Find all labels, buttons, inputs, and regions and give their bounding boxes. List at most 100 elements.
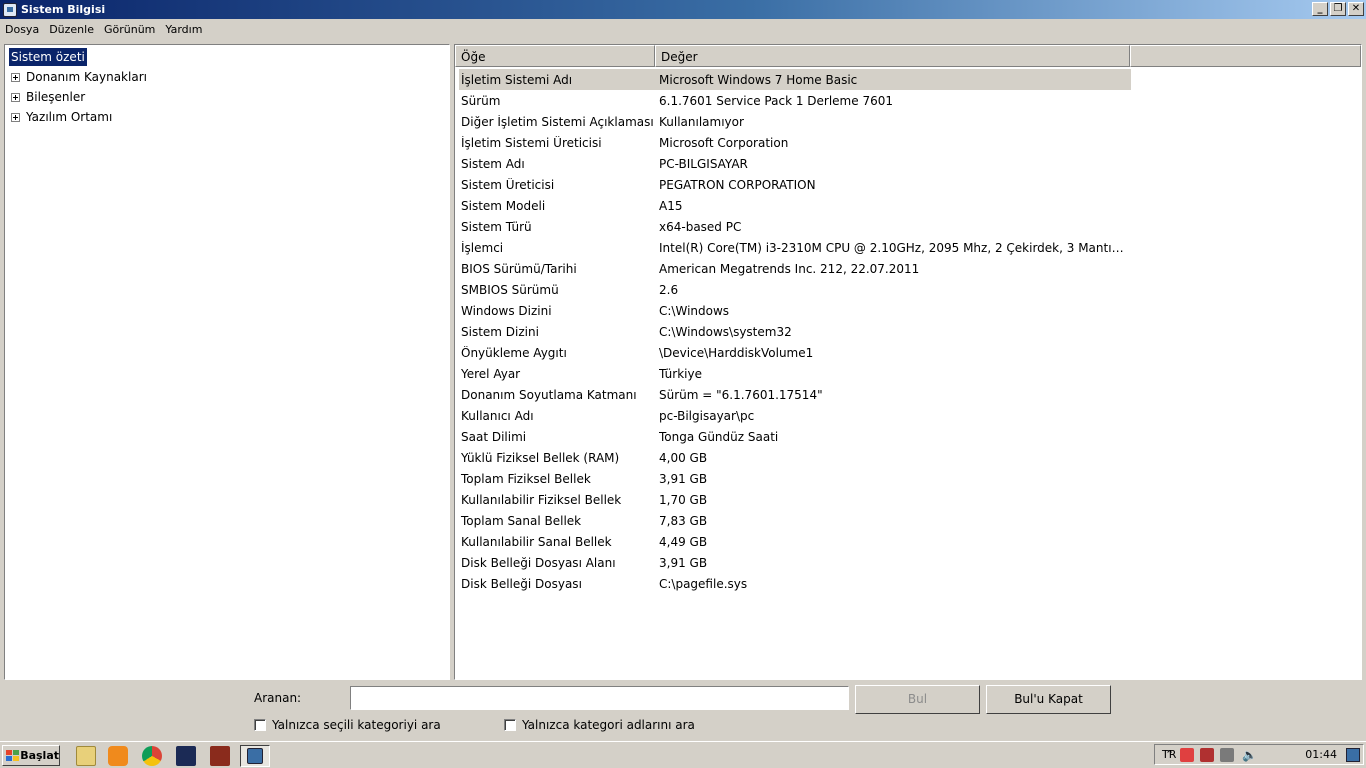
expand-icon[interactable] <box>11 72 20 82</box>
list-row[interactable]: Kullanılabilir Sanal Bellek 4,49 GB <box>459 531 1131 552</box>
checkbox-box[interactable] <box>504 719 516 731</box>
value-cell: 4,00 GB <box>659 450 708 465</box>
item-cell: Sürüm <box>461 93 501 108</box>
list-row[interactable]: İşletim Sistemi Üreticisi Microsoft Corpo… <box>459 132 1131 153</box>
item-cell: Önyükleme Aygıtı <box>461 345 567 360</box>
checkbox-label: Yalnızca seçili kategoriyi ara <box>272 718 441 732</box>
list-row[interactable]: BIOS Sürümü/Tarihi American Megatrends In… <box>459 258 1131 279</box>
tree-item-software-environment[interactable]: Yazılım Ortamı <box>11 108 112 126</box>
item-cell: Donanım Soyutlama Katmanı <box>461 387 637 402</box>
list-row[interactable]: Sistem Modeli A15 <box>459 195 1131 216</box>
value-cell: 1,70 GB <box>659 492 708 507</box>
item-cell: Disk Belleği Dosyası <box>461 576 582 591</box>
value-cell: Microsoft Windows 7 Home Basic <box>659 72 858 87</box>
list-header: Öğe Değer <box>455 45 1361 67</box>
close-find-button[interactable]: Bul'u Kapat <box>986 685 1111 714</box>
list-row[interactable]: Sistem Türü x64-based PC <box>459 216 1131 237</box>
search-selected-category-checkbox[interactable]: Yalnızca seçili kategoriyi ara <box>254 718 441 732</box>
menu-help[interactable]: Yardım <box>160 23 207 36</box>
search-label: Aranan: <box>254 691 302 705</box>
list-row[interactable]: Yüklü Fiziksel Bellek (RAM) 4,00 GB <box>459 447 1131 468</box>
tree-item-components[interactable]: Bileşenler <box>11 88 85 106</box>
value-cell: PC-BILGISAYAR <box>659 156 748 171</box>
value-cell: 3,91 GB <box>659 555 708 570</box>
details-list[interactable]: Öğe Değer İşletim Sistemi Adı Microsoft W… <box>454 44 1362 680</box>
item-cell: İşletim Sistemi Üreticisi <box>461 135 602 150</box>
value-cell: C:\Windows\system32 <box>659 324 792 339</box>
search-category-names-checkbox[interactable]: Yalnızca kategori adlarını ara <box>504 718 695 732</box>
chrome-icon[interactable] <box>142 746 162 766</box>
value-cell: C:\pagefile.sys <box>659 576 748 591</box>
item-cell: İşlemci <box>461 240 504 255</box>
start-button[interactable]: Başlat <box>2 745 60 766</box>
list-row[interactable]: Sistem Adı PC-BILGISAYAR <box>459 153 1131 174</box>
list-row[interactable]: Sistem Üreticisi PEGATRON CORPORATION <box>459 174 1131 195</box>
list-row[interactable]: Sürüm 6.1.7601 Service Pack 1 Derleme 760… <box>459 90 1131 111</box>
list-row[interactable]: Önyükleme Aygıtı \Device\HarddiskVolume1 <box>459 342 1131 363</box>
taskbar-system-info-button[interactable] <box>240 745 270 767</box>
action-center-icon[interactable] <box>1180 747 1195 762</box>
tree-item-hardware-resources[interactable]: Donanım Kaynakları <box>11 68 147 86</box>
item-cell: Kullanıcı Adı <box>461 408 534 423</box>
list-row[interactable]: Donanım Soyutlama Katmanı Sürüm = "6.1.76… <box>459 384 1131 405</box>
list-row[interactable]: Yerel Ayar Türkiye <box>459 363 1131 384</box>
find-button[interactable]: Bul <box>855 685 980 714</box>
category-tree[interactable]: Sistem özeti Donanım Kaynakları Bileşenl… <box>4 44 450 680</box>
show-hidden-icons-icon[interactable]: ⌃ <box>1165 748 1174 761</box>
tree-item-system-summary[interactable]: Sistem özeti <box>9 48 87 66</box>
column-header-item[interactable]: Öğe <box>455 45 655 67</box>
item-cell: Diğer İşletim Sistemi Açıklaması <box>461 114 654 129</box>
checkbox-label: Yalnızca kategori adlarını ara <box>522 718 695 732</box>
item-cell: Saat Dilimi <box>461 429 527 444</box>
checkbox-box[interactable] <box>254 719 266 731</box>
item-cell: Sistem Modeli <box>461 198 546 213</box>
network-icon[interactable] <box>1220 747 1235 762</box>
menu-bar: Dosya Düzenle Görünüm Yardım <box>0 19 1366 39</box>
volume-icon[interactable]: 🔈 <box>1242 748 1257 762</box>
list-row[interactable]: Diğer İşletim Sistemi Açıklaması Kullanıl… <box>459 111 1131 132</box>
window-title: Sistem Bilgisi <box>21 3 106 16</box>
list-row[interactable]: Sistem Dizini C:\Windows\system32 <box>459 321 1131 342</box>
security-icon[interactable] <box>1200 747 1215 762</box>
item-cell: Yerel Ayar <box>461 366 521 381</box>
menu-file[interactable]: Dosya <box>0 23 44 36</box>
expand-icon[interactable] <box>11 112 20 122</box>
value-cell: American Megatrends Inc. 212, 22.07.2011 <box>659 261 920 276</box>
list-row[interactable]: Kullanıcı Adı pc-Bilgisayar\pc <box>459 405 1131 426</box>
value-cell: Tonga Gündüz Saati <box>659 429 779 444</box>
restore-button[interactable]: ❐ <box>1330 2 1346 16</box>
app-icon[interactable] <box>176 746 196 766</box>
list-row[interactable]: Disk Belleği Dosyası Alanı 3,91 GB <box>459 552 1131 573</box>
search-panel: Aranan: Bul Bul'u Kapat Yalnızca seçili … <box>0 682 1366 740</box>
list-row[interactable]: SMBIOS Sürümü 2.6 <box>459 279 1131 300</box>
list-row[interactable]: Toplam Sanal Bellek 7,83 GB <box>459 510 1131 531</box>
menu-edit[interactable]: Düzenle <box>44 23 99 36</box>
list-row[interactable]: İşletim Sistemi Adı Microsoft Windows 7 H… <box>459 69 1131 90</box>
column-header-value[interactable]: Değer <box>655 45 1130 67</box>
item-cell: SMBIOS Sürümü <box>461 282 559 297</box>
media-player-icon[interactable] <box>108 746 128 766</box>
expand-icon[interactable] <box>11 92 20 102</box>
windows-logo-icon <box>6 749 19 762</box>
item-cell: Yüklü Fiziksel Bellek (RAM) <box>461 450 620 465</box>
minimize-button[interactable]: _ <box>1312 2 1328 16</box>
clock[interactable]: 01:44 <box>1305 748 1337 761</box>
close-button[interactable]: ✕ <box>1348 2 1364 16</box>
tree-item-label: Donanım Kaynakları <box>26 70 147 84</box>
list-row[interactable]: Disk Belleği Dosyası C:\pagefile.sys <box>459 573 1131 594</box>
item-cell: Sistem Üreticisi <box>461 177 555 192</box>
search-input[interactable] <box>350 686 849 710</box>
menu-view[interactable]: Görünüm <box>99 23 160 36</box>
list-row[interactable]: İşlemci Intel(R) Core(TM) i3-2310M CPU @ … <box>459 237 1131 258</box>
item-cell: Kullanılabilir Sanal Bellek <box>461 534 612 549</box>
game-icon[interactable] <box>210 746 230 766</box>
list-row[interactable]: Kullanılabilir Fiziksel Bellek 1,70 GB <box>459 489 1131 510</box>
list-row[interactable]: Windows Dizini C:\Windows <box>459 300 1131 321</box>
folder-icon[interactable] <box>76 746 96 766</box>
list-row[interactable]: Toplam Fiziksel Bellek 3,91 GB <box>459 468 1131 489</box>
value-cell: 2.6 <box>659 282 679 297</box>
list-row[interactable]: Saat Dilimi Tonga Gündüz Saati <box>459 426 1131 447</box>
item-cell: Toplam Fiziksel Bellek <box>461 471 591 486</box>
item-cell: Disk Belleği Dosyası Alanı <box>461 555 616 570</box>
show-desktop-icon[interactable] <box>1346 748 1360 762</box>
